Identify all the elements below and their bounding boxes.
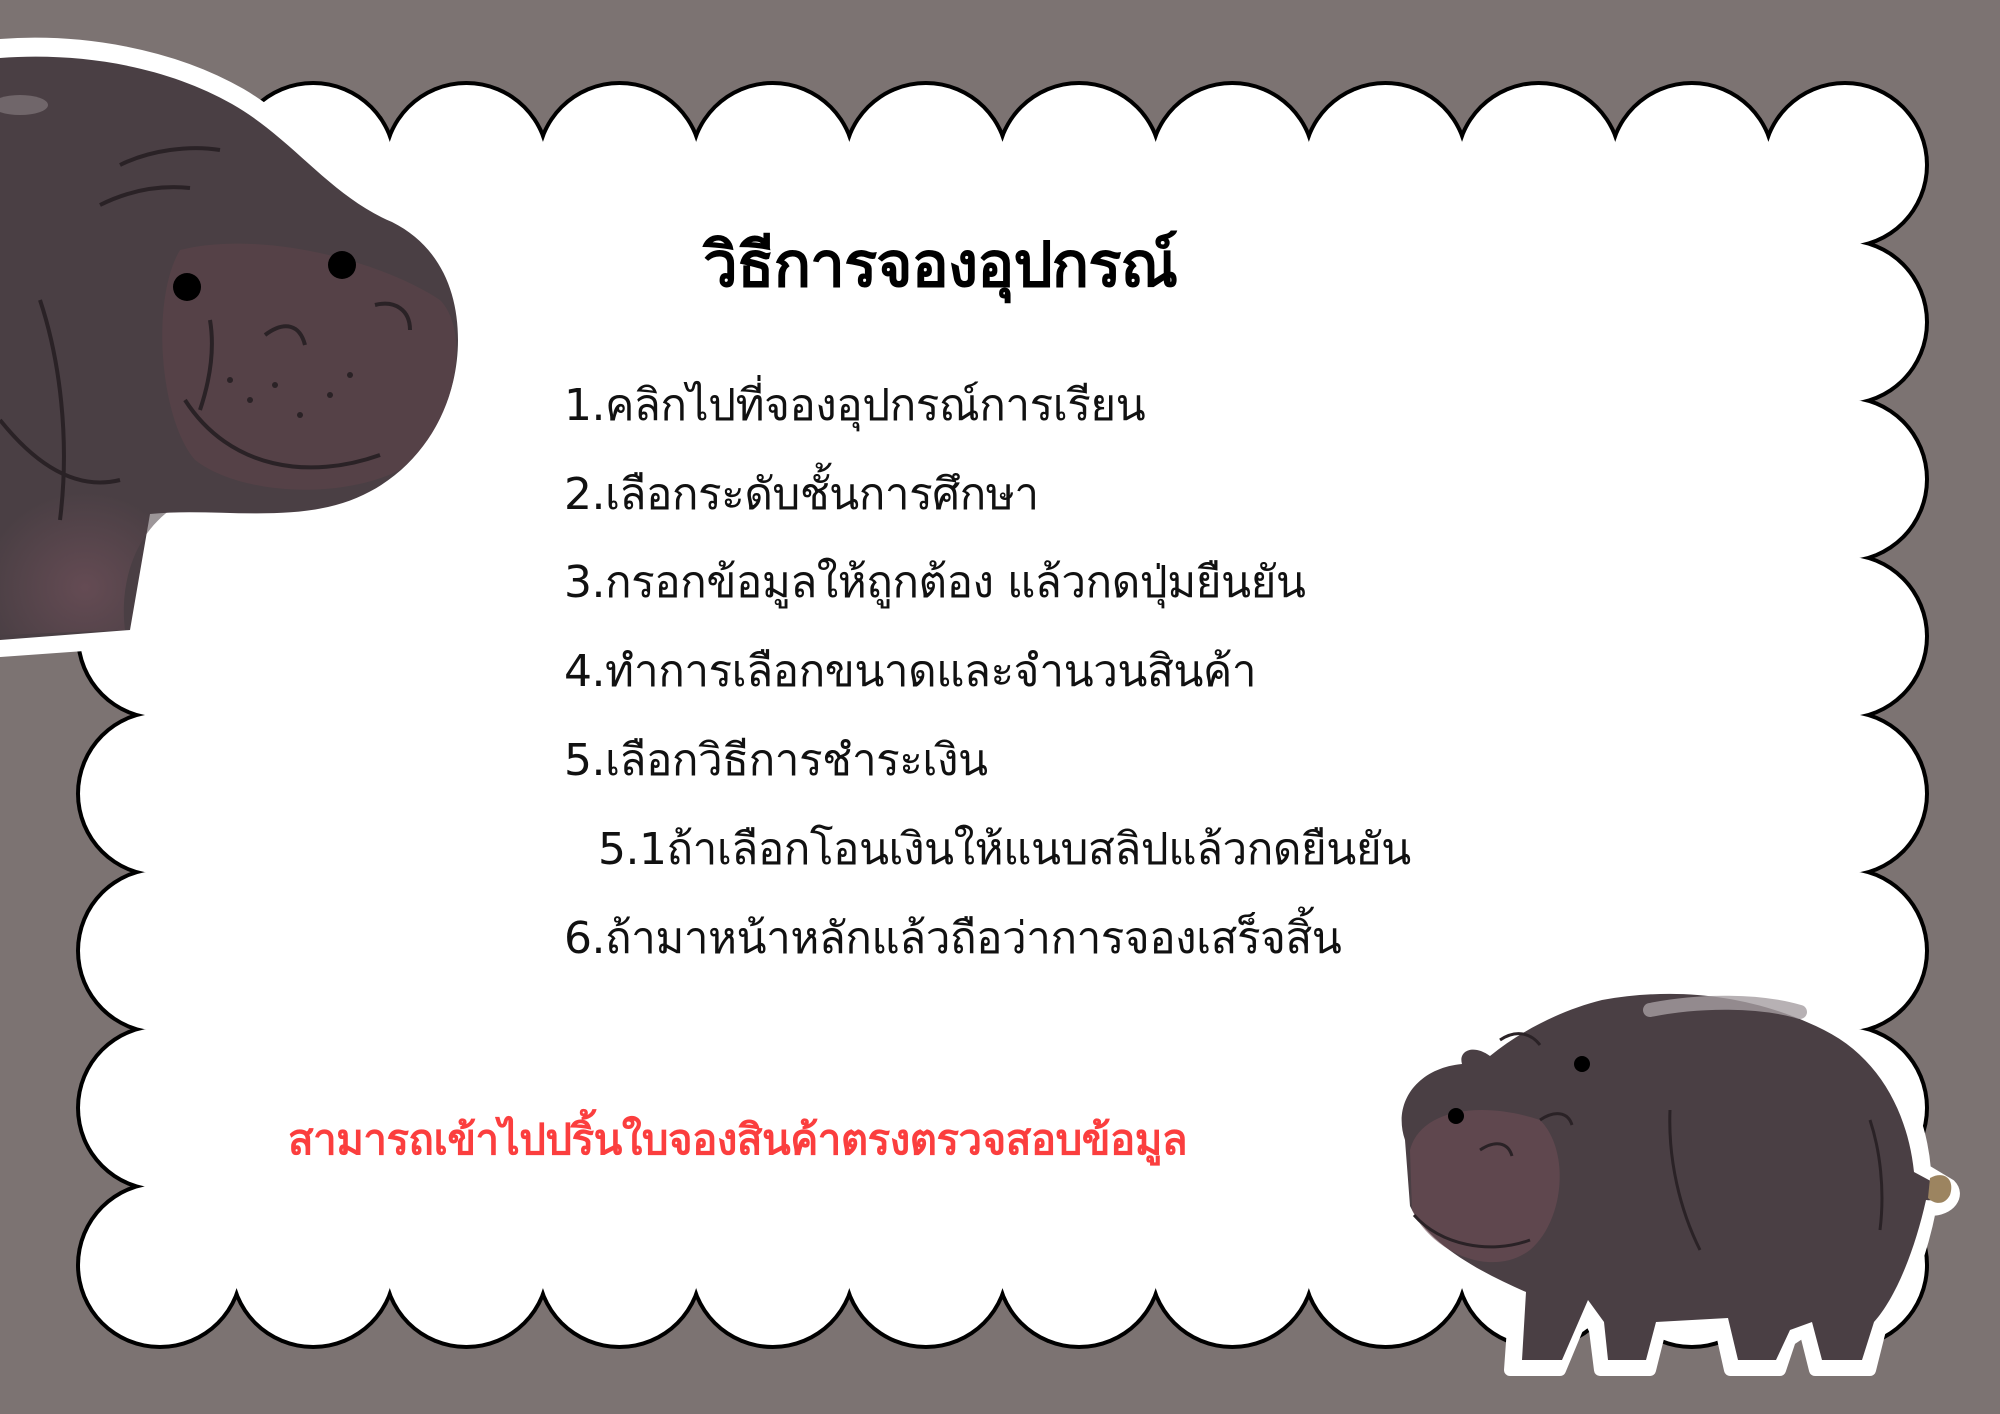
step-5: 5.เลือกวิธีการชำระเงิน [564,735,988,786]
step-3: 3.กรอกข้อมูลให้ถูกต้อง แล้วกดปุ่มยืนยัน [564,557,1306,608]
page-title: วิธีการจองอุปกรณ์ [702,228,1178,301]
print-note: สามารถเข้าไปปริ้นใบจองสินค้าตรงตรวจสอบข้… [288,1115,1188,1164]
poster: วิธีการจองอุปกรณ์ 1.คลิกไปที่จองอุปกรณ์ก… [0,0,2000,1414]
step-1: 1.คลิกไปที่จองอุปกรณ์การเรียน [564,380,1146,431]
step-4: 4.ทำการเลือกขนาดและจำนวนสินค้า [564,646,1257,697]
step-5-1: 5.1ถ้าเลือกโอนเงินให้แนบสลิปแล้วกดยืนยัน [598,824,1411,875]
step-6: 6.ถ้ามาหน้าหลักแล้วถือว่าการจองเสร็จสิ้น [564,913,1342,964]
step-2: 2.เลือกระดับชั้นการศึกษา [564,469,1039,520]
